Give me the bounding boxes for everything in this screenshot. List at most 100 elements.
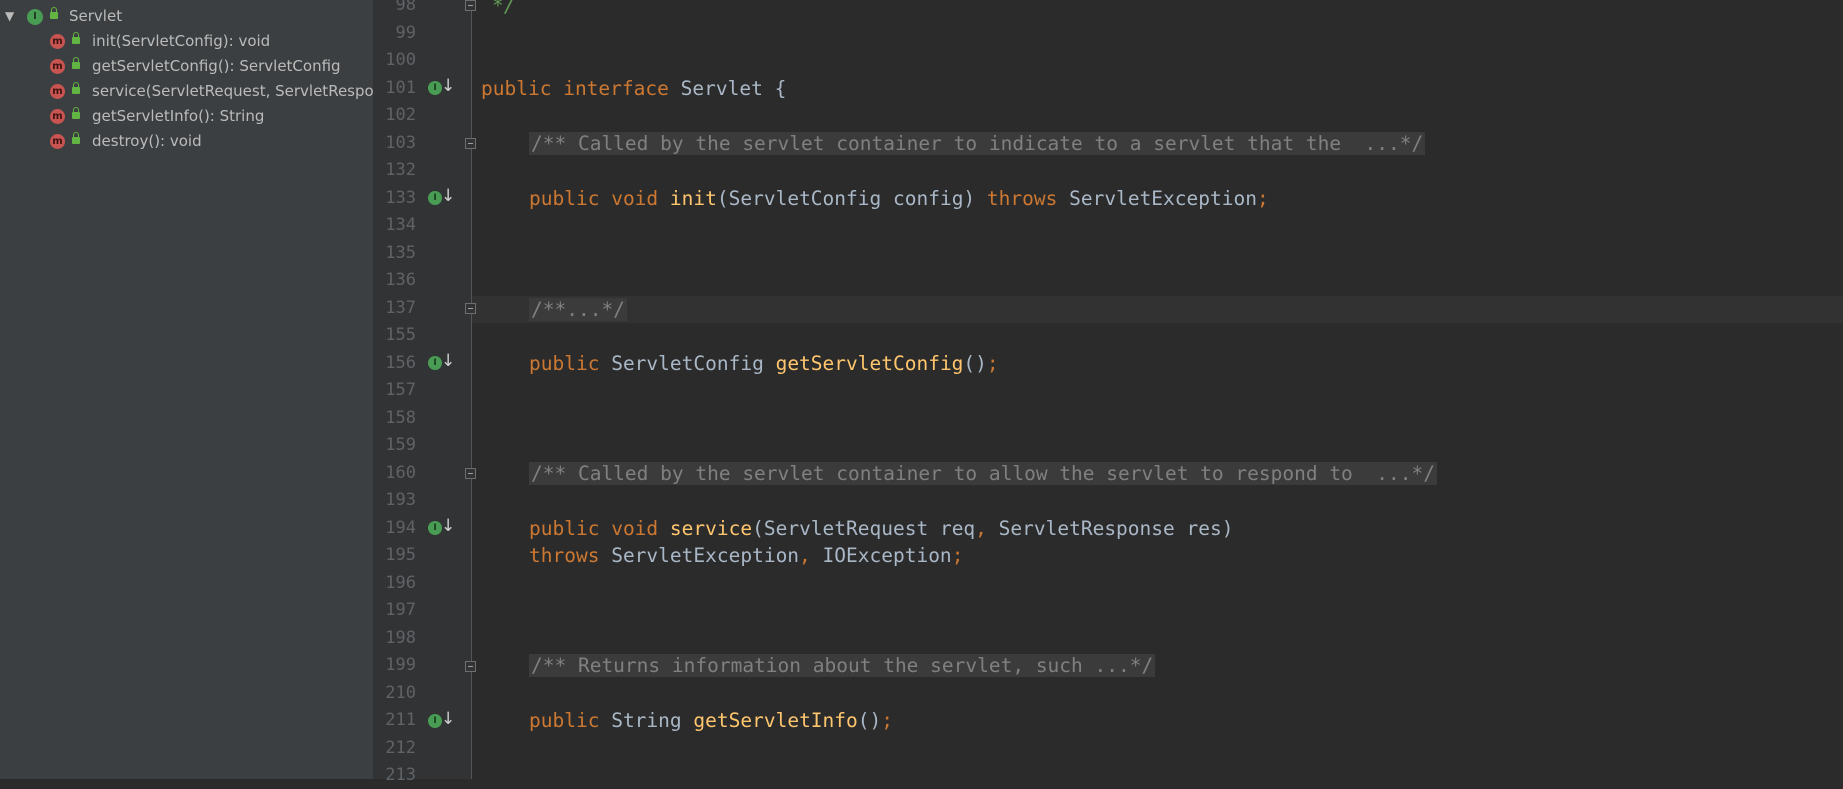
params: (ServletRequest req	[752, 517, 976, 540]
expand-arrow-icon[interactable]: ▼	[5, 4, 17, 29]
keyword: void	[611, 187, 659, 210]
line-number: 134	[385, 215, 416, 235]
exception-type: IOException	[810, 544, 952, 567]
line-number: 99	[395, 22, 416, 43]
line-number: 211	[385, 710, 416, 730]
folded-comment[interactable]: /** Returns information about the servle…	[529, 654, 1156, 677]
folded-comment[interactable]: /**...*/	[529, 298, 627, 321]
semicolon: ;	[1256, 187, 1269, 210]
interface-icon: I	[27, 9, 43, 25]
brace: {	[774, 77, 787, 100]
keyword: public	[529, 187, 600, 210]
code-line-98[interactable]: */	[492, 0, 515, 19]
tree-item-getservletinfo[interactable]: m getServletInfo(): String	[0, 104, 373, 129]
fold-marker-icon[interactable]	[465, 303, 476, 314]
tree-item-label: getServletInfo(): String	[92, 107, 265, 125]
abstract-method-icon: m	[50, 34, 65, 49]
line-number: 199	[385, 655, 416, 675]
tree-item-getservletconfig[interactable]: m getServletConfig(): ServletConfig	[0, 54, 373, 79]
tree-item-init[interactable]: m init(ServletConfig): void	[0, 29, 373, 54]
method-name: init	[669, 187, 717, 210]
line-number: 137	[385, 297, 416, 318]
line-number: 98	[395, 0, 416, 15]
fold-marker-icon[interactable]	[465, 138, 476, 149]
line-number: 160	[385, 462, 416, 483]
folded-comment[interactable]: /** Called by the servlet container to a…	[529, 462, 1437, 485]
line-number: 196	[385, 572, 416, 593]
params: (ServletConfig config)	[716, 187, 976, 210]
fold-marker-icon[interactable]	[465, 0, 476, 11]
code-line-101[interactable]: public interface Servlet {	[481, 75, 786, 102]
public-lock-icon	[72, 32, 80, 44]
semicolon: ;	[986, 352, 999, 375]
method-name: service	[669, 517, 753, 540]
line-number: 132	[385, 160, 416, 180]
public-lock-icon	[72, 82, 80, 94]
tree-item-service[interactable]: m service(ServletRequest, ServletRespon	[0, 79, 373, 104]
line-number: 195	[385, 545, 416, 565]
line-number: 155	[385, 325, 416, 345]
public-lock-icon	[72, 107, 80, 119]
comma: ,	[975, 517, 987, 540]
folded-comment[interactable]: /** Called by the servlet container to i…	[529, 132, 1426, 155]
line-number: 159	[385, 435, 416, 455]
code-line-160[interactable]: /** Called by the servlet container to a…	[529, 460, 1437, 487]
return-type: String	[611, 709, 682, 732]
parens: ()	[857, 709, 882, 732]
code-line-195[interactable]: throws ServletException, IOException;	[529, 542, 963, 569]
implemented-marker-icon[interactable]: I ↓	[428, 351, 455, 374]
code-line-199[interactable]: /** Returns information about the servle…	[529, 652, 1156, 679]
line-number: 100	[385, 50, 416, 70]
implemented-marker-icon[interactable]: I ↓	[428, 516, 455, 539]
interface-name: Servlet	[680, 77, 763, 100]
keyword: public	[529, 352, 600, 375]
fold-marker-icon[interactable]	[465, 661, 476, 672]
tree-node-servlet[interactable]: ▼ I Servlet	[0, 4, 373, 29]
line-number: 197	[385, 600, 416, 620]
caret-row-highlight	[472, 296, 1843, 323]
abstract-method-icon: m	[50, 134, 65, 149]
line-number: 213	[385, 765, 416, 785]
line-number: 103	[385, 132, 416, 153]
method-name: getServletInfo	[693, 709, 858, 732]
params: ServletResponse res)	[986, 517, 1234, 540]
code-line-103[interactable]: /** Called by the servlet container to i…	[529, 130, 1426, 157]
return-type: ServletConfig	[611, 352, 764, 375]
code-line-194[interactable]: public void service(ServletRequest req, …	[529, 515, 1233, 542]
tree-item-destroy[interactable]: m destroy(): void	[0, 129, 373, 154]
semicolon: ;	[951, 544, 964, 567]
structure-panel: ▼ I Servlet m init(ServletConfig): void …	[0, 0, 374, 779]
keyword: public	[481, 77, 552, 100]
exception-type: ServletException	[611, 544, 800, 567]
implemented-marker-icon[interactable]: I ↓	[428, 186, 455, 209]
line-number: 212	[385, 737, 416, 758]
line-number: 193	[385, 490, 416, 510]
line-number: 210	[385, 682, 416, 703]
keyword: public	[529, 517, 600, 540]
tree-item-label: init(ServletConfig): void	[92, 32, 271, 50]
code-line-211[interactable]: public String getServletInfo();	[529, 707, 893, 734]
abstract-method-icon: m	[50, 109, 65, 124]
line-number: 194	[385, 517, 416, 538]
line-number: 135	[385, 242, 416, 263]
exception-type: ServletException	[1069, 187, 1257, 210]
public-lock-icon	[50, 7, 58, 19]
line-number: 133	[385, 187, 416, 208]
abstract-method-icon: m	[50, 59, 65, 74]
fold-marker-icon[interactable]	[465, 468, 476, 479]
code-line-133[interactable]: public void init(ServletConfig config) t…	[529, 185, 1269, 212]
parens: ()	[963, 352, 987, 375]
public-lock-icon	[72, 132, 80, 144]
line-number: 198	[385, 627, 416, 648]
abstract-method-icon: m	[50, 84, 65, 99]
line-number: 136	[385, 270, 416, 290]
code-line-156[interactable]: public ServletConfig getServletConfig();	[529, 350, 999, 377]
semicolon: ;	[881, 709, 894, 732]
comment-end: */	[492, 0, 516, 17]
line-number: 157	[385, 380, 416, 400]
code-line-137[interactable]: /**...*/	[529, 296, 627, 323]
tree-item-label: getServletConfig(): ServletConfig	[92, 57, 341, 75]
implemented-marker-icon[interactable]: I ↓	[428, 76, 455, 99]
keyword: interface	[563, 77, 669, 100]
implemented-marker-icon[interactable]: I ↓	[428, 709, 455, 732]
